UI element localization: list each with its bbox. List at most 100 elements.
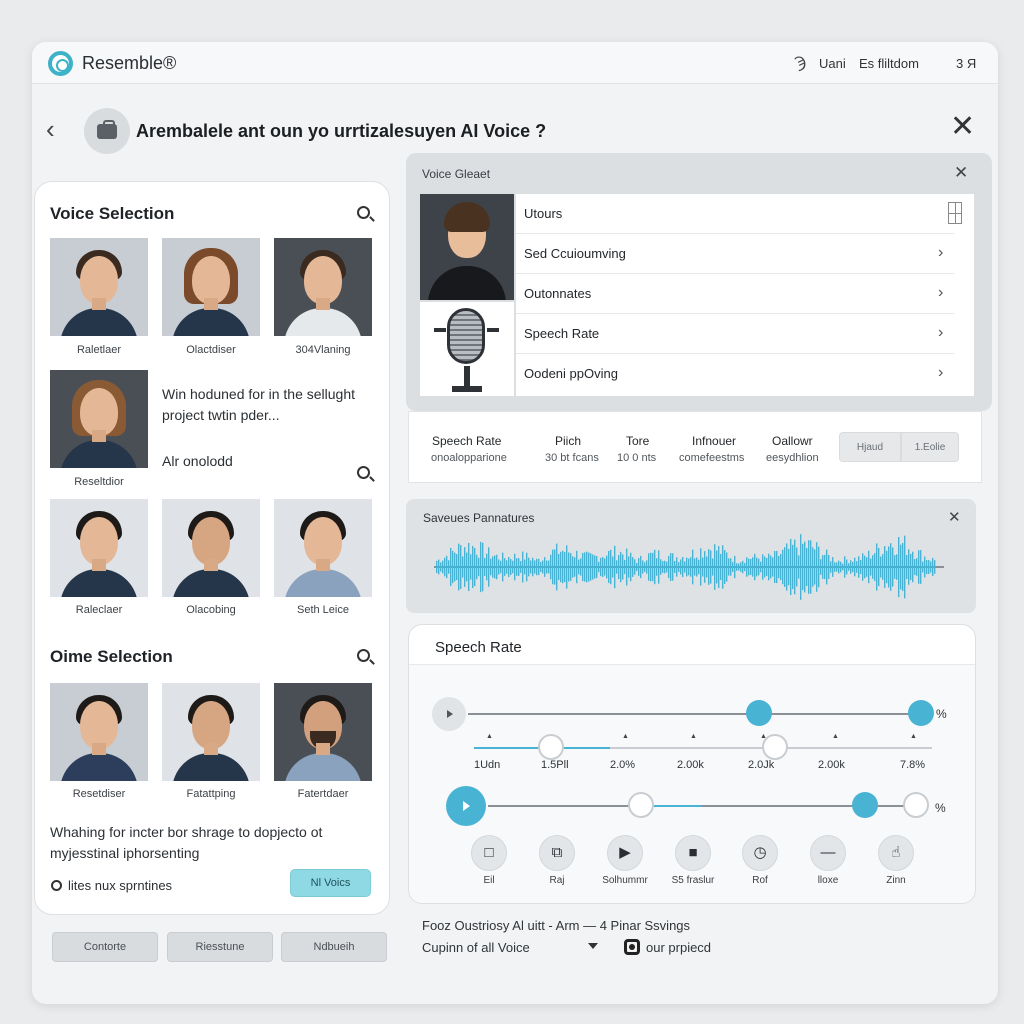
bottom-button-2[interactable]: Riesstune [167, 932, 273, 962]
voice-option-4[interactable]: Speech Rate › [516, 314, 954, 354]
waveform-bar [468, 543, 470, 591]
voice-avatar-6[interactable] [274, 499, 372, 597]
voice-avatar-3[interactable] [274, 238, 372, 336]
play-icon[interactable]: ▶ [607, 835, 643, 871]
voice-option-3[interactable]: Outonnates › [516, 274, 954, 314]
minus-icon[interactable]: — [810, 835, 846, 871]
voices-button[interactable]: Nl Voics [290, 869, 371, 897]
waveform-bar [910, 553, 912, 581]
waveform-bar [580, 558, 582, 576]
waveform-bar [856, 561, 858, 573]
waveform-bar [480, 541, 482, 593]
waveform-bar [602, 557, 604, 577]
tick-label: 1.5Pll [541, 759, 569, 771]
waveform-bar [916, 558, 918, 576]
oime-avatar-1[interactable] [50, 683, 148, 781]
project-link[interactable]: our prpiecd [646, 940, 711, 955]
bottom-button-1[interactable]: Contorte [52, 932, 158, 962]
waveform-bar [664, 560, 666, 574]
radio-icon[interactable] [51, 880, 62, 891]
user-icon[interactable]: Ϡ [794, 55, 806, 73]
featured-voice-avatar[interactable] [50, 370, 148, 468]
segment-option-1[interactable]: Hjaud [839, 432, 901, 462]
thumbs-up-icon[interactable]: ☝ [878, 835, 914, 871]
grid-icon[interactable] [948, 202, 962, 224]
waveform-bar [498, 559, 500, 575]
search-icon[interactable] [357, 649, 370, 662]
back-chevron-icon[interactable]: ‹ [46, 116, 68, 144]
waveform-bar [890, 543, 892, 591]
waveform-bar [536, 558, 538, 576]
voice-avatar-1[interactable] [50, 238, 148, 336]
oime-label-2: Fatattping [186, 788, 236, 800]
param-value-4: comefeestms [679, 452, 745, 464]
close-icon[interactable]: ✕ [950, 112, 975, 142]
waveform-bar [482, 542, 484, 592]
waveform-bar [870, 558, 872, 576]
chevron-down-icon[interactable] [588, 943, 598, 949]
oime-label-3: Fatertdaer [297, 788, 349, 800]
waveform-bar [648, 553, 650, 581]
waveform-bar [922, 561, 924, 573]
top-bar: Resemble® Ϡ Uani Es fliltdom 3 Я [32, 42, 998, 84]
voice-avatar-2[interactable] [162, 238, 260, 336]
copy-icon[interactable]: ⧉ [539, 835, 575, 871]
top-nav-link[interactable]: Es fliltdom [859, 56, 919, 71]
top-user-link[interactable]: Uani [819, 56, 846, 71]
waveform-bar [626, 548, 628, 586]
waveform-bar [864, 555, 866, 579]
close-icon[interactable]: ✕ [948, 508, 961, 526]
oime-avatar-2[interactable] [162, 683, 260, 781]
stop-icon[interactable]: ■ [675, 835, 711, 871]
voice-option-label: Outonnates [524, 286, 592, 301]
voice-option-2[interactable]: Sed Ccuioumving › [516, 234, 954, 274]
speech-rate-max-knob[interactable] [908, 700, 934, 726]
waveform-bar [844, 556, 846, 578]
tick-label: 2.00k [677, 759, 704, 771]
waveform-card: Saveues Pannatures ✕ [406, 499, 976, 613]
speech-rate-track[interactable] [468, 713, 920, 715]
speech-rate-knob[interactable] [746, 700, 772, 726]
voice-option-5[interactable]: Oodeni ppOving › [516, 354, 954, 394]
close-icon[interactable]: ✕ [954, 163, 968, 183]
voice-option-1[interactable]: Utours [516, 194, 962, 234]
top-count[interactable]: 3 Я [956, 56, 976, 71]
record-icon[interactable] [624, 939, 640, 955]
waveform-bar [572, 556, 574, 578]
waveform-bar [594, 555, 596, 579]
voice-avatar-5[interactable] [162, 499, 260, 597]
search-icon[interactable] [357, 206, 370, 219]
waveform-bar [544, 557, 546, 577]
waveform-bar [628, 556, 630, 578]
waveform-bar [756, 557, 758, 577]
waveform-bar [850, 560, 852, 574]
audio-waveform[interactable] [434, 525, 946, 609]
param-name-5: Oallowr [772, 434, 813, 448]
play-button[interactable] [446, 786, 486, 826]
waveform-bar [762, 554, 764, 580]
playback-marker-knob[interactable] [852, 792, 878, 818]
voice-avatar-4[interactable] [50, 499, 148, 597]
waveform-bar [898, 536, 900, 598]
playback-end-knob[interactable] [903, 792, 929, 818]
waveform-bar [554, 549, 556, 585]
waveform-bar [716, 550, 718, 584]
range-start-knob[interactable] [538, 734, 564, 760]
preview-play-button[interactable] [432, 697, 466, 731]
waveform-bar [656, 558, 658, 576]
waveform-bar [504, 558, 506, 576]
search-icon[interactable] [357, 466, 370, 479]
waveform-bar [774, 551, 776, 583]
bottom-button-3[interactable]: Ndbueih [281, 932, 387, 962]
waveform-bar [886, 550, 888, 584]
waveform-bar [736, 563, 738, 571]
clock-icon[interactable]: ◷ [742, 835, 778, 871]
voice-label-2: Olactdiser [186, 344, 236, 356]
waveform-bar [616, 560, 618, 574]
oime-avatar-3[interactable] [274, 683, 372, 781]
playback-knob[interactable] [628, 792, 654, 818]
waveform-bar [754, 553, 756, 581]
square-outline-icon[interactable]: □ [471, 835, 507, 871]
voice-dropdown[interactable]: Cupinn of all Voice [422, 940, 530, 955]
segment-option-2[interactable]: 1.Eolie [901, 432, 959, 462]
